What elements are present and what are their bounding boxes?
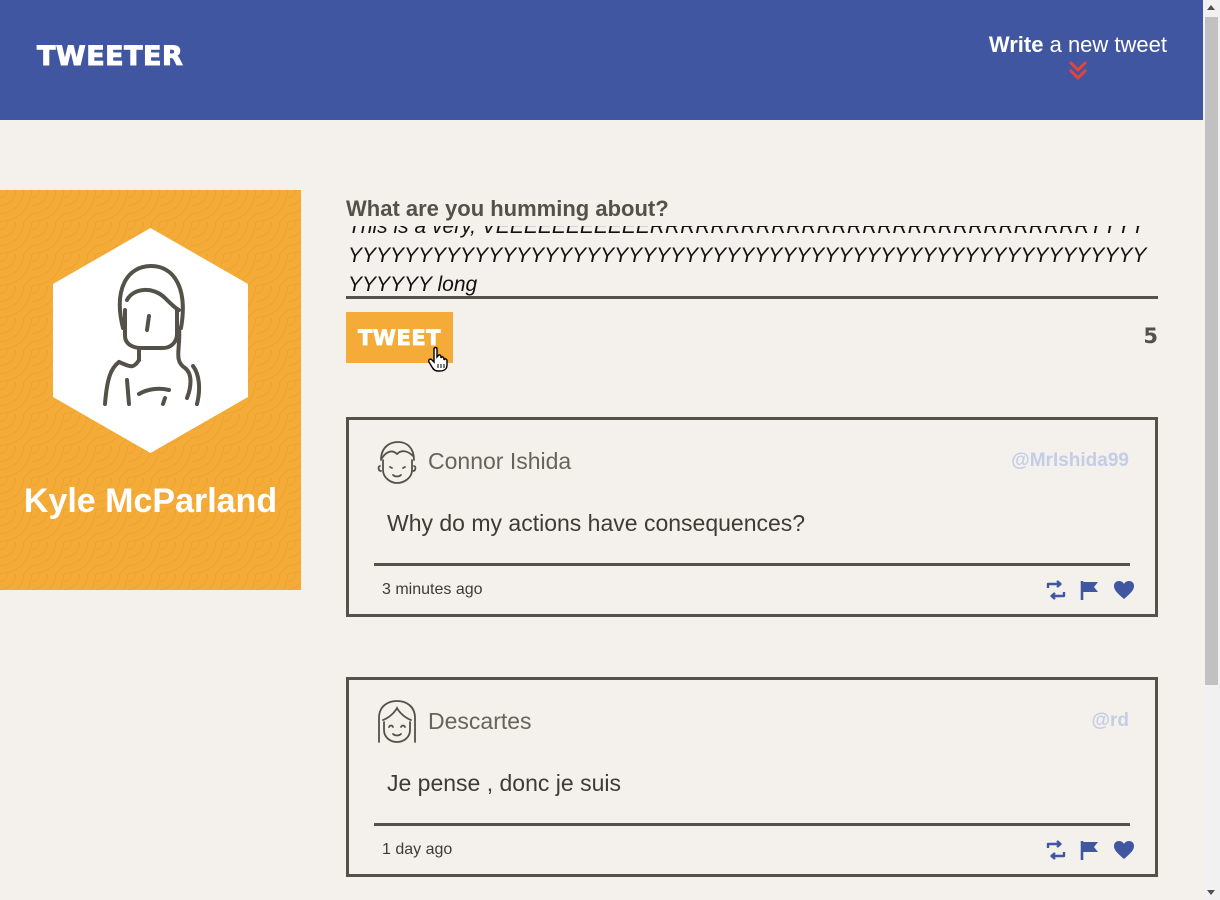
tweet-header: Connor Ishida @MrIshida99 (377, 440, 1129, 484)
tweet-author: Connor Ishida (428, 448, 572, 474)
page: TWEETER Write a new tweet Kyle McParland… (0, 0, 1220, 900)
vertical-scrollbar[interactable] (1203, 0, 1220, 900)
retweet-icon[interactable] (1045, 580, 1067, 600)
tweet-author: Descartes (428, 708, 532, 734)
tweet-textarea[interactable]: This is a very, VEEEEEEEEEEERRRRRRRRRRRR… (346, 226, 1158, 299)
heart-icon[interactable] (1113, 580, 1135, 600)
flag-icon[interactable] (1079, 580, 1101, 600)
write-tweet-toggle[interactable]: Write a new tweet (989, 32, 1167, 82)
write-tweet-label-strong: Write (988, 32, 1044, 57)
scrollbar-thumb[interactable] (1205, 17, 1218, 685)
girl-avatar-icon (378, 700, 416, 743)
retweet-icon[interactable] (1045, 840, 1067, 860)
tweet-textarea-value: This is a very, VEEEEEEEEEEERRRRRRRRRRRR… (348, 226, 1147, 296)
tweet-card: Descartes @rd Je pense , donc je suis 1 … (346, 677, 1158, 877)
tweet-actions (1045, 840, 1135, 860)
scroll-up-arrow-icon[interactable] (1207, 5, 1215, 10)
tweet-divider (374, 823, 1130, 826)
char-counter: 5 (1143, 324, 1158, 348)
scroll-down-arrow-icon[interactable] (1207, 890, 1215, 895)
tweet-text: Why do my actions have consequences? (387, 510, 806, 536)
tweet-card: Connor Ishida @MrIshida99 Why do my acti… (346, 417, 1158, 617)
tweet-handle: @rd (1091, 710, 1129, 731)
woman-avatar-icon (53, 228, 248, 453)
tweet-divider (374, 563, 1130, 566)
profile-card: Kyle McParland (0, 190, 301, 590)
navbar: TWEETER Write a new tweet (0, 0, 1203, 120)
tweet-actions (1045, 580, 1135, 600)
tweet-timestamp: 3 minutes ago (382, 581, 483, 598)
flag-icon[interactable] (1079, 840, 1101, 860)
brand-logo[interactable]: TWEETER (36, 41, 183, 73)
tweet-handle: @MrIshida99 (1011, 450, 1129, 471)
double-chevron-down-icon[interactable] (1067, 60, 1089, 82)
write-tweet-label-rest: a new tweet (1043, 32, 1167, 57)
boy-avatar-icon (377, 441, 417, 484)
tweet-text: Je pense , donc je suis (387, 770, 621, 796)
compose-label: What are you humming about? (346, 196, 669, 221)
hand-pointer-icon (428, 346, 448, 372)
tweet-timestamp: 1 day ago (382, 841, 453, 858)
tweet-header: Descartes @rd (377, 700, 1129, 744)
profile-name: Kyle McParland (23, 482, 278, 520)
heart-icon[interactable] (1113, 840, 1135, 860)
write-tweet-label: Write a new tweet (989, 32, 1167, 58)
